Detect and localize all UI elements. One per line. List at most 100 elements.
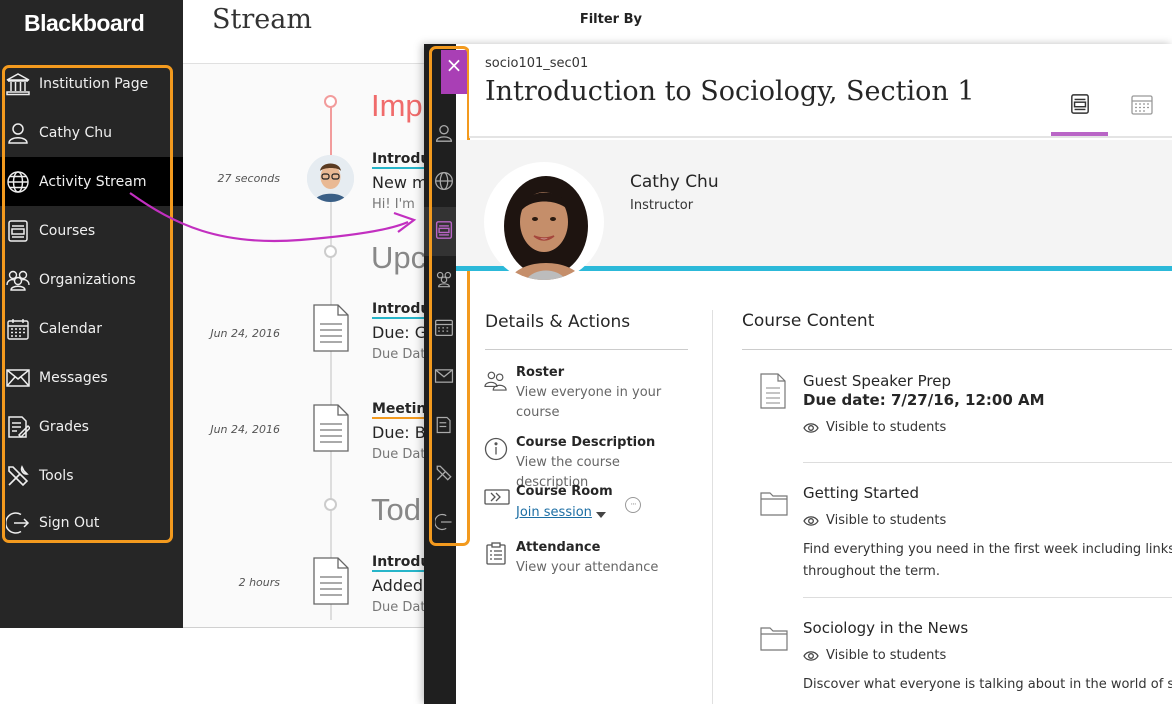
page-title: Stream [212,4,312,35]
tab-calendar[interactable] [1122,90,1162,136]
folder-icon [760,627,788,651]
attendance-icon [486,542,506,565]
nav-item-courses[interactable]: Courses [0,206,183,255]
globe-icon [0,170,38,194]
grades-icon [0,415,38,439]
timeline-line [330,106,332,156]
item-title-link[interactable]: Introdu [372,151,431,169]
timeline-dot [324,498,337,511]
rail-sign-out[interactable] [424,499,456,548]
instructor-name[interactable]: Cathy Chu [630,172,719,192]
item-subtext: Due Dat [372,447,426,462]
item-text: New m [372,173,428,192]
visibility-status[interactable]: Visible to students [803,513,946,528]
course-id: socio101_sec01 [485,56,589,71]
nav-item-profile[interactable]: Cathy Chu [0,108,183,157]
rail-activity-stream[interactable] [424,158,456,207]
rail-tools[interactable] [424,450,456,499]
content-item-title[interactable]: Guest Speaker Prep [803,372,951,390]
more-options-button[interactable]: ··· [625,497,641,513]
section-heading-upcoming: Upc [371,240,427,275]
calendar-icon [434,317,454,341]
document-icon [313,404,349,452]
nav-label: Grades [39,418,89,435]
timeline-dot [324,245,337,258]
details-actions-heading: Details & Actions [485,312,631,332]
divider [485,349,688,350]
content-item-description: throughout the term. [803,564,940,579]
close-button[interactable]: × [441,50,467,94]
courses-icon [1070,92,1090,132]
attendance-description: View your attendance [516,560,659,575]
visibility-label: Visible to students [826,648,947,663]
brand-logo: Blackboard [24,10,145,36]
eye-icon [803,422,819,433]
tools-icon [0,464,38,488]
tab-course-content[interactable] [1051,90,1108,136]
nav-item-organizations[interactable]: Organizations [0,255,183,304]
content-item-description: Discover what everyone is talking about … [803,677,1172,692]
nav-label: Calendar [39,320,102,337]
item-title-link[interactable]: Introdu [372,301,431,319]
eye-icon [803,515,819,526]
item-subtext: Due Dat [372,600,426,615]
messages-icon [0,367,38,389]
attendance-link[interactable]: Attendance [516,540,600,555]
user-icon [0,121,38,145]
courses-icon [435,220,453,244]
nav-label: Cathy Chu [39,124,112,141]
roster-icon [484,371,507,391]
join-session-link[interactable]: Join session [516,505,592,520]
base-navigation: Blackboard Institution Page Cathy Chu Ac… [0,0,183,628]
rail-calendar[interactable] [424,304,456,353]
rail-organizations[interactable] [424,256,456,305]
course-header: socio101_sec01 Introduction to Sociology… [469,44,1172,138]
calendar-icon [1130,92,1154,136]
content-item-due-date: Due date: 7/27/16, 12:00 AM [803,391,1045,409]
nav-label: Messages [39,369,108,386]
divider [803,597,1172,598]
filter-by-button[interactable]: Filter By [580,12,642,27]
item-title-link[interactable]: Introdu [372,554,431,572]
grades-icon [435,415,453,439]
organizations-icon [434,269,454,293]
nav-item-messages[interactable]: Messages [0,353,183,402]
page-title: Introduction to Sociology, Section 1 [485,76,975,107]
avatar [484,162,604,282]
rail-profile[interactable] [424,110,456,159]
nav-item-activity-stream[interactable]: Activity Stream [0,157,183,206]
chevron-down-icon[interactable] [596,512,606,518]
nav-item-calendar[interactable]: Calendar [0,304,183,353]
nav-item-sign-out[interactable]: Sign Out [0,498,183,547]
course-content-heading: Course Content [742,311,875,331]
item-time: Jun 24, 2016 [210,423,280,436]
instructor-role: Instructor [630,198,694,213]
collapsed-navigation-rail [424,44,456,704]
rail-courses[interactable] [424,207,456,256]
content-item-title[interactable]: Getting Started [803,484,919,502]
rail-messages[interactable] [424,353,456,402]
visibility-label: Visible to students [826,420,947,435]
nav-label: Activity Stream [39,173,147,190]
item-subtext: Hi! I'm [372,197,415,212]
timeline-dot [324,95,337,108]
nav-item-tools[interactable]: Tools [0,451,183,500]
visibility-status[interactable]: Visible to students [803,648,946,663]
sign-out-icon [434,512,453,536]
rail-grades[interactable] [424,402,456,451]
item-text: Added: [372,576,429,595]
folder-icon [760,492,788,516]
info-icon [484,437,508,461]
nav-item-grades[interactable]: Grades [0,402,183,451]
column-divider [712,310,713,704]
nav-item-institution-page[interactable]: Institution Page [0,59,183,108]
nav-label: Courses [39,222,96,239]
course-description-link[interactable]: Course Description [516,435,655,450]
content-item-title[interactable]: Sociology in the News [803,619,968,637]
course-room-icon [484,489,510,505]
nav-label: Tools [39,467,74,484]
divider [742,349,1172,350]
nav-label: Organizations [39,271,136,288]
visibility-status[interactable]: Visible to students [803,420,946,435]
roster-link[interactable]: Roster [516,365,564,380]
